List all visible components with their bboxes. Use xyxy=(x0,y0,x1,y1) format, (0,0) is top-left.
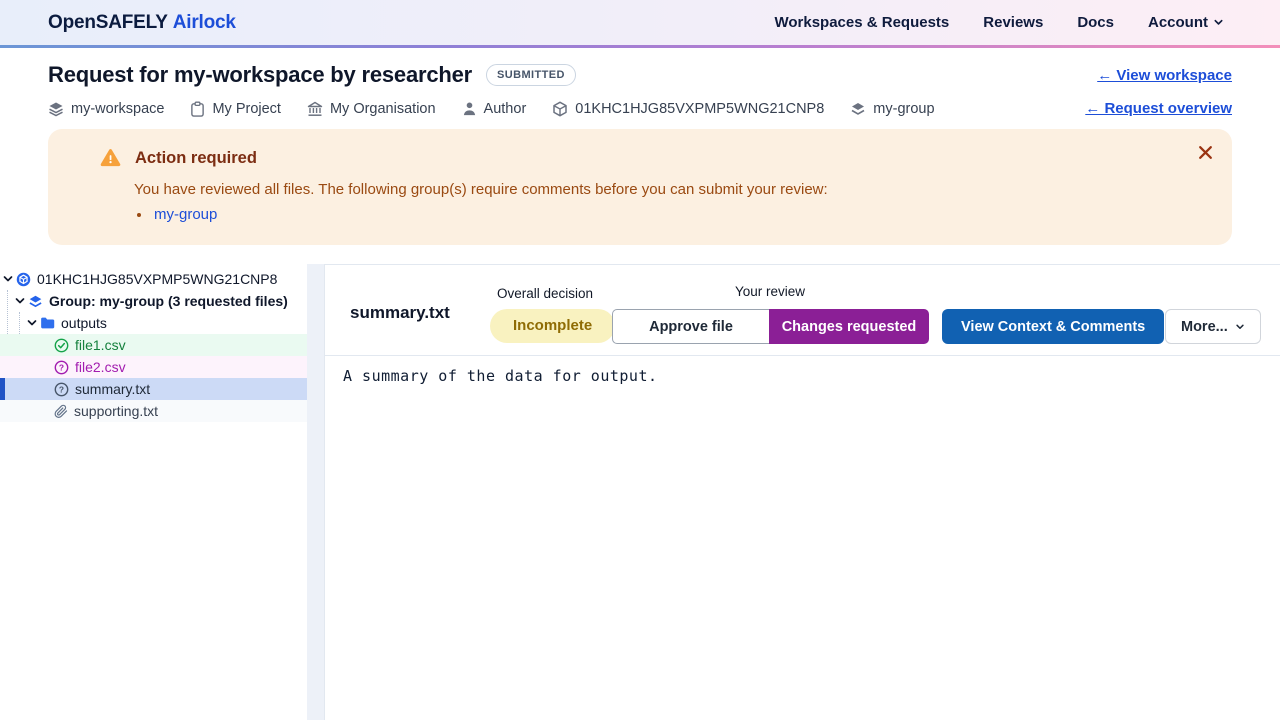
alert-message: You have reviewed all files. The followi… xyxy=(134,181,1180,198)
svg-text:?: ? xyxy=(59,362,64,372)
meta-group: my-group xyxy=(850,101,934,117)
nav-account-label: Account xyxy=(1148,14,1208,31)
app-logo[interactable]: OpenSAFELYAirlock xyxy=(48,12,236,34)
nav-workspaces-requests[interactable]: Workspaces & Requests xyxy=(774,14,949,31)
nav-docs[interactable]: Docs xyxy=(1077,14,1114,31)
logo-airlock: Airlock xyxy=(173,12,236,33)
request-meta: my-workspace My Project My Organisation … xyxy=(48,100,1232,117)
file-title: summary.txt xyxy=(350,303,450,323)
meta-project: My Project xyxy=(190,101,281,117)
nav-account[interactable]: Account xyxy=(1148,14,1224,31)
tree-item-request-id[interactable]: 01KHC1HJG85VXPMP5WNG21CNP8 xyxy=(0,268,307,290)
tree-item-group[interactable]: Group: my-group (3 requested files) xyxy=(0,290,307,312)
more-button-label: More... xyxy=(1181,319,1228,335)
alert-title: Action required xyxy=(135,149,257,168)
status-badge: SUBMITTED xyxy=(486,64,576,86)
folder-icon xyxy=(40,316,55,330)
work-area: 01KHC1HJG85VXPMP5WNG21CNP8 Group: my-gro… xyxy=(0,264,1280,720)
chevron-down-icon[interactable] xyxy=(26,317,38,329)
meta-workspace: my-workspace xyxy=(48,101,164,117)
user-icon xyxy=(462,101,477,116)
file-panel-header: summary.txt Overall decision Incomplete … xyxy=(325,265,1280,356)
your-review-label: Your review xyxy=(710,284,830,299)
question-circle-icon: ? xyxy=(54,360,69,375)
close-icon[interactable] xyxy=(1194,141,1216,163)
logo-opensafely: OpenSAFELY xyxy=(48,12,168,33)
alert-group-list: my-group xyxy=(152,206,1180,223)
clipboard-icon xyxy=(190,101,205,117)
changes-requested-button[interactable]: Changes requested xyxy=(769,309,929,344)
group-icon xyxy=(850,101,866,117)
meta-organisation: My Organisation xyxy=(307,101,436,117)
organisation-icon xyxy=(307,101,323,117)
cube-icon xyxy=(552,101,568,117)
tree-item-summary[interactable]: ? summary.txt xyxy=(0,378,307,400)
request-overview-link[interactable]: ← Request overview xyxy=(1085,100,1232,117)
overall-decision-badge: Incomplete xyxy=(490,309,615,343)
alert-group-link[interactable]: my-group xyxy=(154,206,217,223)
view-workspace-link[interactable]: ← View workspace xyxy=(1097,67,1232,84)
approve-file-button[interactable]: Approve file xyxy=(612,309,769,344)
file-tree-sidebar: 01KHC1HJG85VXPMP5WNG21CNP8 Group: my-gro… xyxy=(0,264,307,720)
file-tree: 01KHC1HJG85VXPMP5WNG21CNP8 Group: my-gro… xyxy=(0,264,307,422)
nav-reviews[interactable]: Reviews xyxy=(983,14,1043,31)
meta-author: Author xyxy=(462,101,527,117)
action-required-alert: Action required You have reviewed all fi… xyxy=(48,129,1232,245)
view-context-comments-button[interactable]: View Context & Comments xyxy=(942,309,1164,344)
chevron-down-icon xyxy=(1213,17,1224,28)
review-button-group: Approve file Changes requested xyxy=(612,309,929,344)
meta-request-id: 01KHC1HJG85VXPMP5WNG21CNP8 xyxy=(552,101,824,117)
svg-text:?: ? xyxy=(59,384,64,394)
paperclip-icon xyxy=(54,404,68,419)
alert-list-item: my-group xyxy=(152,206,1180,223)
cube-circle-icon xyxy=(16,272,31,287)
tree-item-file1[interactable]: file1.csv xyxy=(0,334,307,356)
question-circle-icon: ? xyxy=(54,382,69,397)
chevron-down-icon xyxy=(1235,322,1245,332)
overall-decision-label: Overall decision xyxy=(485,286,605,301)
group-icon xyxy=(28,294,43,309)
more-button[interactable]: More... xyxy=(1165,309,1261,344)
tree-item-supporting[interactable]: supporting.txt xyxy=(0,400,307,422)
tree-item-file2[interactable]: ? file2.csv xyxy=(0,356,307,378)
page-title: Request for my-workspace by researcher xyxy=(48,62,472,88)
file-content-text: A summary of the data for output. xyxy=(325,356,1280,396)
top-navbar: OpenSAFELYAirlock Workspaces & Requests … xyxy=(0,0,1280,45)
nav-menu: Workspaces & Requests Reviews Docs Accou… xyxy=(774,14,1224,31)
file-panel: summary.txt Overall decision Incomplete … xyxy=(324,264,1280,720)
check-circle-icon xyxy=(54,338,69,353)
layers-icon xyxy=(48,101,64,117)
warning-icon xyxy=(100,148,121,168)
chevron-down-icon[interactable] xyxy=(14,295,26,307)
chevron-down-icon[interactable] xyxy=(2,273,14,285)
request-header: Request for my-workspace by researcher S… xyxy=(0,48,1280,117)
tree-item-outputs-folder[interactable]: outputs xyxy=(0,312,307,334)
